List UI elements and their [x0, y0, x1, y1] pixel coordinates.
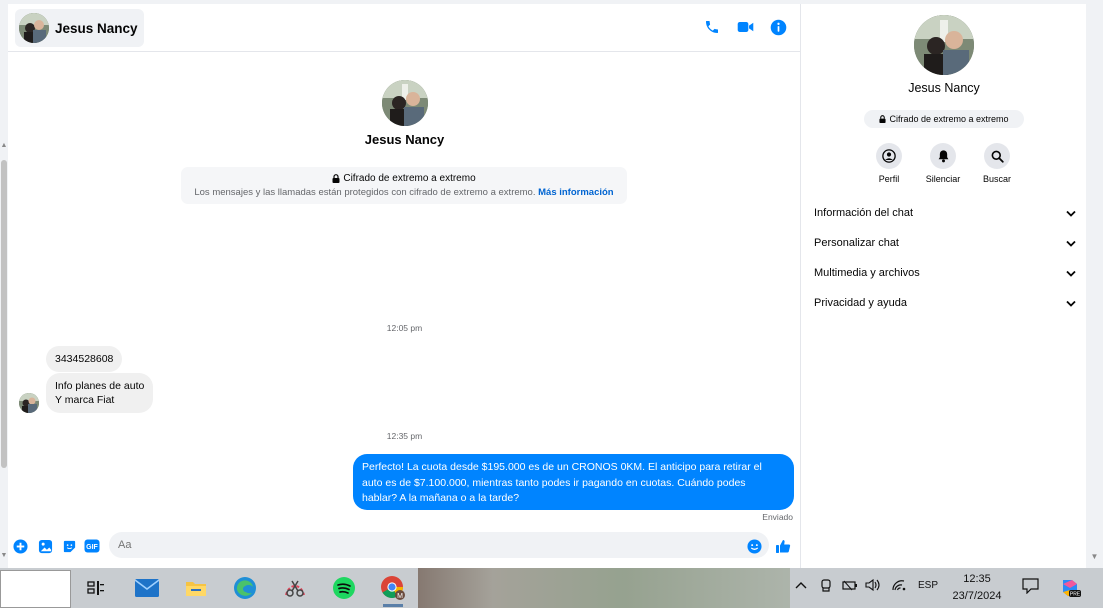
gif-icon[interactable]: GIF [84, 538, 100, 554]
header-actions [703, 18, 787, 36]
taskbar-clock[interactable]: 12:35 23/7/2024 [946, 571, 1008, 605]
profile-icon [876, 143, 902, 169]
thumbs-up-icon[interactable] [775, 538, 791, 554]
chat-header: Jesus Nancy [8, 4, 801, 52]
sender-avatar [19, 393, 39, 413]
image-icon[interactable] [37, 538, 53, 554]
more-info-link[interactable]: Más información [538, 187, 614, 198]
outgoing-message[interactable]: Perfecto! La cuota desde $195.000 es de … [353, 454, 794, 510]
battery-icon[interactable] [842, 579, 858, 594]
search-icon [984, 143, 1010, 169]
scroll-down-arrow[interactable]: ▼ [1086, 552, 1103, 561]
scroll-thumb[interactable] [1, 160, 7, 468]
contact-avatar [19, 13, 49, 43]
panel-avatar [914, 15, 974, 75]
taskbar-search-box[interactable] [0, 570, 71, 608]
windows-taskbar: M ESP 12:35 23/7/2024 PRE [0, 568, 1103, 608]
file-explorer-icon[interactable] [180, 572, 212, 604]
chat-panel: Jesus Nancy Jesus Nancy Cifrado de extre… [8, 4, 801, 568]
wifi-icon[interactable] [891, 579, 907, 594]
language-indicator[interactable]: ESP [918, 580, 938, 591]
profile-action[interactable]: Perfil [864, 143, 914, 184]
e2e-description: Los mensajes y las llamadas están proteg… [194, 187, 614, 198]
incoming-message[interactable]: Info planes de auto Y marca Fiat [46, 373, 154, 413]
chrome-icon[interactable]: M [377, 572, 409, 607]
spotify-icon[interactable] [328, 572, 360, 604]
search-action[interactable]: Buscar [972, 143, 1022, 184]
svg-text:M: M [397, 593, 403, 600]
intro-avatar [381, 80, 428, 126]
emoji-icon[interactable] [746, 538, 762, 554]
sent-status: Enviado [762, 512, 793, 522]
chevron-down-icon [1066, 300, 1076, 307]
copilot-icon[interactable]: PRE [1059, 577, 1081, 602]
section-media-files[interactable]: Multimedia y archivos [814, 263, 1076, 283]
timestamp: 12:35 pm [386, 431, 423, 441]
section-privacy-help[interactable]: Privacidad y ayuda [814, 293, 1076, 313]
chevron-down-icon [1066, 240, 1076, 247]
chevron-down-icon [1066, 270, 1076, 277]
lock-icon [332, 174, 340, 183]
section-chat-info[interactable]: Información del chat [814, 203, 1076, 223]
left-scrollbar[interactable]: ▲ ▼ [0, 4, 8, 568]
panel-contact-name: Jesus Nancy [908, 81, 980, 95]
scroll-up-arrow[interactable]: ▲ [0, 142, 8, 150]
header-contact-name: Jesus Nancy [55, 20, 138, 36]
chevron-down-icon [1066, 210, 1076, 217]
svg-text:GIF: GIF [86, 544, 98, 551]
messenger-window: ▲ ▼ Jesus Nancy Jesus Nancy Cifrado de e… [0, 0, 1103, 568]
meet-now-icon[interactable] [820, 579, 832, 596]
mail-icon[interactable] [131, 572, 163, 604]
section-customize-chat[interactable]: Personalizar chat [814, 233, 1076, 253]
lock-icon [879, 115, 887, 123]
svg-text:PRE: PRE [1070, 592, 1081, 598]
notifications-icon[interactable] [1022, 578, 1039, 597]
volume-icon[interactable] [865, 578, 881, 594]
phone-icon[interactable] [703, 18, 721, 36]
e2e-title: Cifrado de extremo a extremo [181, 173, 627, 184]
snipping-tool-icon[interactable] [279, 572, 311, 604]
plus-icon[interactable] [12, 538, 28, 554]
header-contact-button[interactable]: Jesus Nancy [15, 9, 144, 47]
wallpaper-strip [418, 568, 790, 608]
mute-action[interactable]: Silenciar [918, 143, 968, 184]
info-icon[interactable] [769, 18, 787, 36]
message-input[interactable] [109, 532, 769, 558]
right-scrollbar[interactable]: ▼ [1086, 4, 1103, 568]
composer-bar: GIF [8, 532, 801, 560]
panel-e2e-badge: Cifrado de extremo a extremo [864, 110, 1024, 128]
timestamp: 12:05 pm [386, 323, 423, 333]
bell-icon [930, 143, 956, 169]
scroll-down-arrow[interactable]: ▼ [0, 552, 8, 560]
edge-icon[interactable] [229, 572, 261, 604]
e2e-notice: Cifrado de extremo a extremo Los mensaje… [181, 167, 627, 204]
conversation-intro: Jesus Nancy [8, 80, 801, 147]
chevron-up-icon[interactable] [795, 579, 807, 593]
intro-name: Jesus Nancy [364, 132, 445, 147]
task-view-icon[interactable] [80, 572, 112, 604]
video-call-icon[interactable] [736, 18, 754, 36]
sticker-icon[interactable] [61, 538, 77, 554]
chat-info-panel: Jesus Nancy Cifrado de extremo a extremo… [802, 4, 1086, 568]
incoming-message[interactable]: 3434528608 [46, 346, 123, 372]
